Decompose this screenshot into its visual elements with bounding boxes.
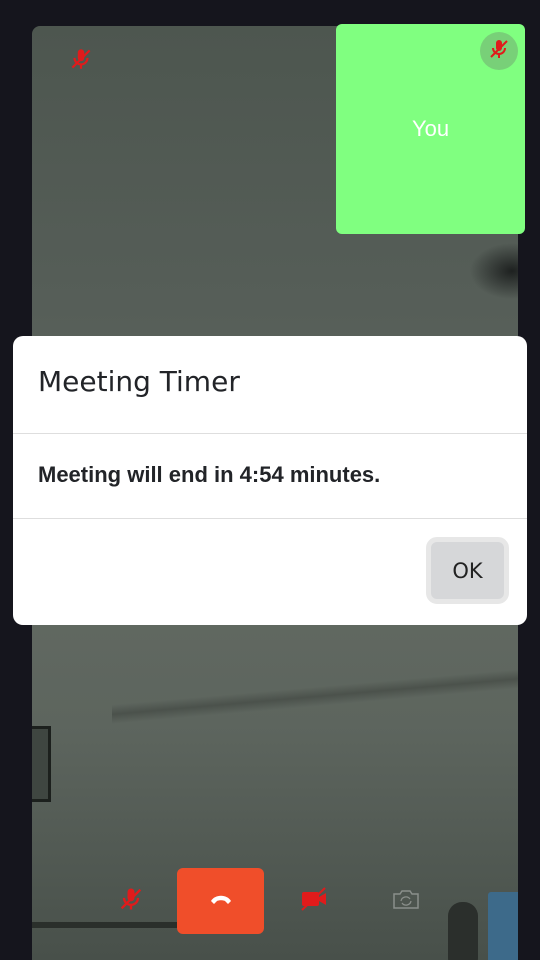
meeting-timer-dialog: Meeting Timer Meeting will end in 4:54 m… — [13, 336, 527, 625]
mic-off-icon — [487, 37, 511, 66]
video-off-icon — [299, 886, 329, 917]
dialog-message: Meeting will end in 4:54 minutes. — [38, 462, 381, 487]
self-mic-status — [480, 32, 518, 70]
mic-off-icon — [68, 46, 94, 72]
background-scene — [32, 726, 51, 802]
self-video-tile[interactable]: You — [336, 24, 525, 234]
end-call-button[interactable] — [177, 868, 264, 934]
camera-switch-icon — [391, 887, 421, 916]
mic-toggle-button[interactable] — [110, 880, 152, 922]
mic-off-icon — [117, 885, 145, 918]
divider — [13, 433, 527, 434]
switch-camera-button[interactable] — [384, 880, 428, 922]
divider — [13, 518, 527, 519]
video-toggle-button[interactable] — [292, 880, 336, 922]
call-controls — [0, 868, 540, 934]
self-label: You — [411, 116, 450, 141]
background-scene — [112, 666, 518, 726]
dialog-title: Meeting Timer — [38, 365, 240, 398]
phone-hangup-icon — [209, 892, 233, 911]
ok-button[interactable]: OK — [426, 537, 509, 604]
